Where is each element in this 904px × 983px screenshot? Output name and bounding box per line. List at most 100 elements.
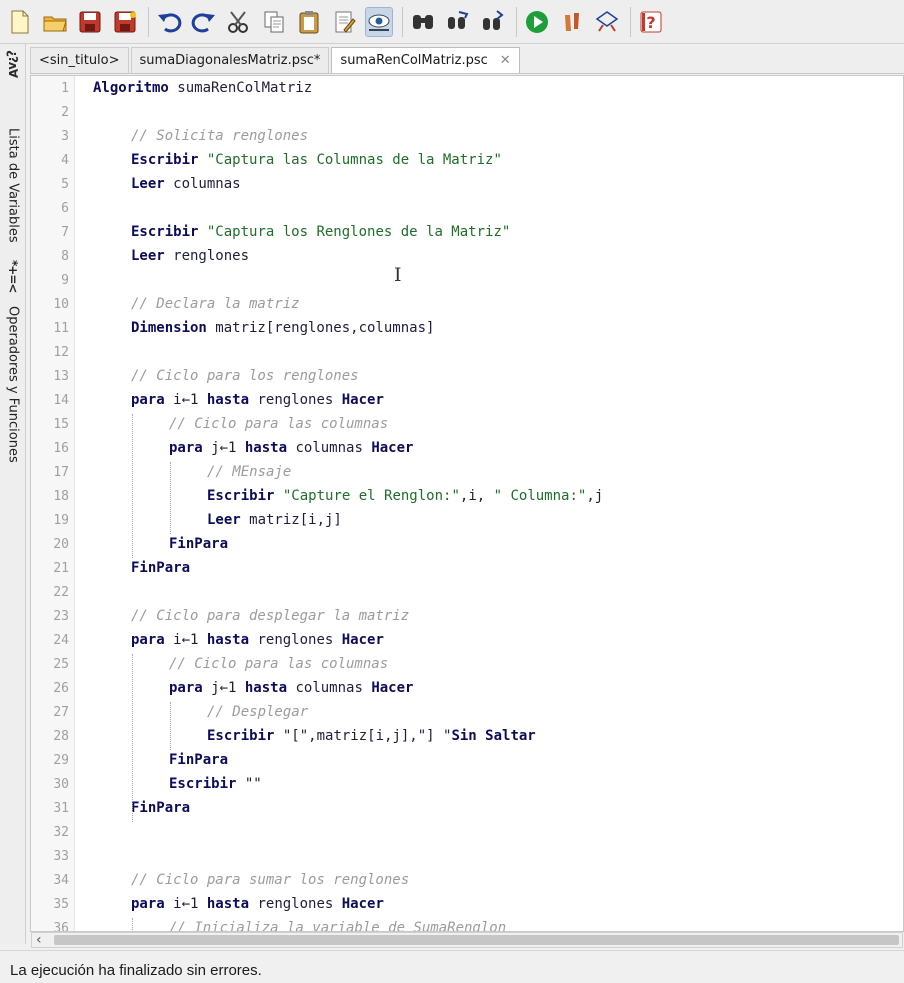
code-line[interactable]: FinPara bbox=[131, 560, 190, 576]
operators-panel-tab-label[interactable]: Operadores y Funciones bbox=[2, 306, 24, 463]
code-line[interactable]: Dimension matriz[renglones,columnas] bbox=[131, 320, 434, 336]
indent-guide bbox=[170, 462, 171, 534]
search-next-icon[interactable] bbox=[479, 7, 507, 37]
code-line[interactable]: Escribir "Capture el Renglon:",i, " Colu… bbox=[207, 488, 603, 504]
tab-suma-diagonales[interactable]: sumaDiagonalesMatriz.psc* bbox=[130, 47, 330, 73]
toolbar-separator bbox=[402, 6, 403, 37]
flowchart-icon[interactable] bbox=[593, 7, 621, 37]
code-line[interactable]: // MEnsaje bbox=[207, 464, 291, 480]
keyword: Hacer bbox=[341, 392, 384, 408]
keyword: FinPara bbox=[169, 536, 229, 552]
keyword: hasta bbox=[244, 440, 288, 456]
keyword: Escribir bbox=[169, 776, 237, 792]
tab-label: <sin_titulo> bbox=[39, 53, 120, 68]
horizontal-scrollbar[interactable]: ‹ bbox=[31, 932, 903, 948]
code-text: columnas bbox=[287, 680, 372, 696]
comment: // Inicializa la variable de SumaRenglon bbox=[169, 920, 507, 932]
replace-icon[interactable] bbox=[444, 7, 472, 37]
scroll-left-icon[interactable]: ‹ bbox=[36, 932, 42, 948]
code-text: renglones bbox=[164, 248, 250, 264]
code-line[interactable]: // Ciclo para sumar los renglones bbox=[131, 872, 409, 888]
tab-sin-titulo[interactable]: <sin_titulo> bbox=[30, 47, 129, 73]
line-number: 31 bbox=[53, 801, 69, 816]
run-step-icon[interactable] bbox=[558, 7, 586, 37]
line-number: 25 bbox=[53, 657, 69, 672]
tab-label: sumaDiagonalesMatriz.psc* bbox=[139, 53, 321, 68]
operators-panel-tab[interactable]: *+=< bbox=[2, 260, 24, 292]
indent-guide bbox=[132, 414, 133, 558]
help-icon[interactable]: ? bbox=[637, 7, 665, 37]
comment: // Solicita renglones bbox=[131, 128, 309, 144]
string-literal: "Captura los Renglones de la Matriz" bbox=[206, 224, 511, 240]
code-text: renglones bbox=[249, 896, 342, 912]
line-number: 14 bbox=[53, 393, 69, 408]
code-line[interactable]: para j←1 hasta columnas Hacer bbox=[169, 680, 413, 696]
open-file-icon[interactable] bbox=[41, 7, 69, 37]
search-icon[interactable] bbox=[409, 7, 437, 37]
code-line[interactable]: Leer renglones bbox=[131, 248, 249, 264]
cut-icon[interactable] bbox=[225, 7, 253, 37]
keyword: Hacer bbox=[371, 680, 414, 696]
code-line[interactable]: FinPara bbox=[169, 536, 228, 552]
line-number: 2 bbox=[61, 105, 69, 120]
keyword: FinPara bbox=[131, 560, 191, 576]
file-tabs: <sin_titulo> sumaDiagonalesMatriz.psc* s… bbox=[30, 46, 904, 74]
new-file-icon[interactable] bbox=[6, 7, 34, 37]
save-file-icon[interactable] bbox=[76, 7, 104, 37]
code-text: renglones bbox=[249, 392, 342, 408]
keyword: FinPara bbox=[131, 800, 191, 816]
comment: // Declara la matriz bbox=[131, 296, 300, 312]
comment: // Ciclo para las columnas bbox=[169, 416, 389, 432]
paste-icon[interactable] bbox=[295, 7, 323, 37]
code-line[interactable]: Escribir "Captura los Renglones de la Ma… bbox=[131, 224, 510, 240]
code-line[interactable]: // Ciclo para las columnas bbox=[169, 656, 388, 672]
comment: // Desplegar bbox=[207, 704, 309, 720]
variables-icon: ¿?ʌ∀ bbox=[6, 50, 20, 78]
line-number: 4 bbox=[61, 153, 69, 168]
code-line[interactable]: // Ciclo para desplegar la matriz bbox=[131, 608, 409, 624]
variables-panel-tab[interactable]: ¿?ʌ∀ bbox=[2, 50, 24, 77]
copy-icon[interactable] bbox=[260, 7, 288, 37]
save-as-icon[interactable] bbox=[111, 7, 139, 37]
code-editor[interactable]: 1 2 3 4 5 6 7 8 9 10 11 12 13 14 15 16 17 18 19 20 21 22 23 24 2… bbox=[30, 75, 904, 932]
code-line[interactable]: para i←1 hasta renglones Hacer bbox=[131, 392, 384, 408]
code-line[interactable]: // Declara la matriz bbox=[131, 296, 300, 312]
run-icon[interactable] bbox=[523, 7, 551, 37]
keyword: para bbox=[131, 896, 165, 912]
code-line[interactable]: para i←1 hasta renglones Hacer bbox=[131, 896, 384, 912]
code-line[interactable]: Escribir "[",matriz[i,j],"] "Sin Saltar bbox=[207, 728, 536, 744]
text-cursor-icon: I bbox=[394, 264, 402, 286]
code-text: matriz[i,j] bbox=[240, 512, 342, 528]
code-line[interactable]: Leer columnas bbox=[131, 176, 241, 192]
line-number: 7 bbox=[61, 225, 69, 240]
line-number: 32 bbox=[53, 825, 69, 840]
indent-guide bbox=[132, 918, 133, 931]
code-line[interactable]: // Desplegar bbox=[207, 704, 308, 720]
code-line[interactable]: // Inicializa la variable de SumaRenglon bbox=[169, 920, 507, 932]
scrollbar-thumb[interactable] bbox=[54, 935, 899, 945]
undo-icon[interactable] bbox=[155, 7, 183, 37]
operators-panel-label: Operadores y Funciones bbox=[5, 306, 21, 463]
variables-panel-tab-label[interactable]: Lista de Variables bbox=[2, 128, 24, 243]
code-line[interactable]: // Ciclo para los renglones bbox=[131, 368, 359, 384]
code-line[interactable]: FinPara bbox=[131, 800, 190, 816]
code-line[interactable]: para j←1 hasta columnas Hacer bbox=[169, 440, 413, 456]
close-icon[interactable]: ✕ bbox=[500, 53, 511, 68]
code-line[interactable]: Leer matriz[i,j] bbox=[207, 512, 342, 528]
tab-suma-ren-col[interactable]: sumaRenColMatriz.psc ✕ bbox=[331, 47, 520, 73]
line-number: 8 bbox=[61, 249, 69, 264]
pseudocode-view-icon[interactable] bbox=[365, 6, 393, 37]
code-line[interactable]: // Solicita renglones bbox=[131, 128, 308, 144]
code-line[interactable]: // Ciclo para las columnas bbox=[169, 416, 388, 432]
code-line[interactable]: Algoritmo sumaRenColMatriz bbox=[93, 80, 312, 96]
code-line[interactable]: Escribir "Captura las Columnas de la Mat… bbox=[131, 152, 502, 168]
indent-guide bbox=[170, 702, 171, 750]
edit-icon[interactable] bbox=[330, 7, 358, 37]
redo-icon[interactable] bbox=[190, 7, 218, 37]
line-number: 13 bbox=[53, 369, 69, 384]
code-line[interactable]: FinPara bbox=[169, 752, 228, 768]
line-number: 17 bbox=[53, 465, 69, 480]
code-line[interactable]: Escribir "" bbox=[169, 776, 262, 792]
keyword: Sin Saltar bbox=[451, 728, 536, 744]
code-line[interactable]: para i←1 hasta renglones Hacer bbox=[131, 632, 384, 648]
